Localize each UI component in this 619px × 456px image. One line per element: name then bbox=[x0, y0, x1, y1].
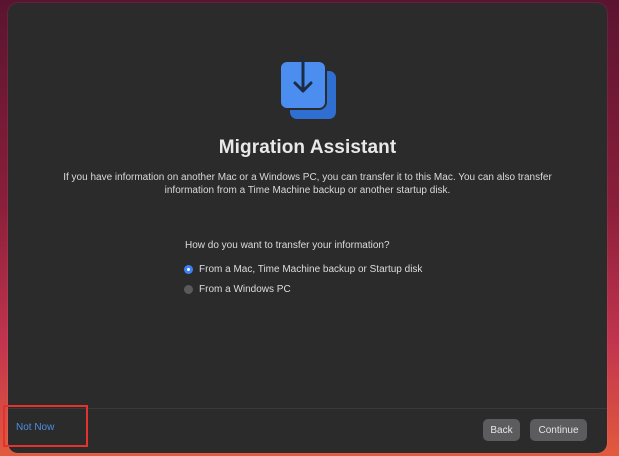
back-button[interactable]: Back bbox=[483, 419, 520, 441]
migration-assistant-window: Migration Assistant If you have informat… bbox=[8, 3, 607, 453]
description-text: If you have information on another Mac o… bbox=[63, 172, 552, 196]
transfer-question: How do you want to transfer your informa… bbox=[185, 240, 390, 251]
option-from-windows-pc[interactable]: From a Windows PC bbox=[184, 284, 291, 295]
option-from-mac[interactable]: From a Mac, Time Machine backup or Start… bbox=[184, 264, 422, 275]
continue-button[interactable]: Continue bbox=[530, 419, 587, 441]
migration-assistant-icon bbox=[279, 55, 336, 119]
radio-unselected-icon[interactable] bbox=[184, 285, 193, 294]
highlight-box bbox=[3, 405, 88, 447]
page-title: Migration Assistant bbox=[218, 137, 397, 158]
footer-divider bbox=[8, 408, 607, 409]
option-from-mac-label: From a Mac, Time Machine backup or Start… bbox=[199, 264, 423, 275]
option-from-windows-pc-label: From a Windows PC bbox=[199, 284, 291, 295]
radio-selected-icon[interactable] bbox=[184, 265, 193, 274]
